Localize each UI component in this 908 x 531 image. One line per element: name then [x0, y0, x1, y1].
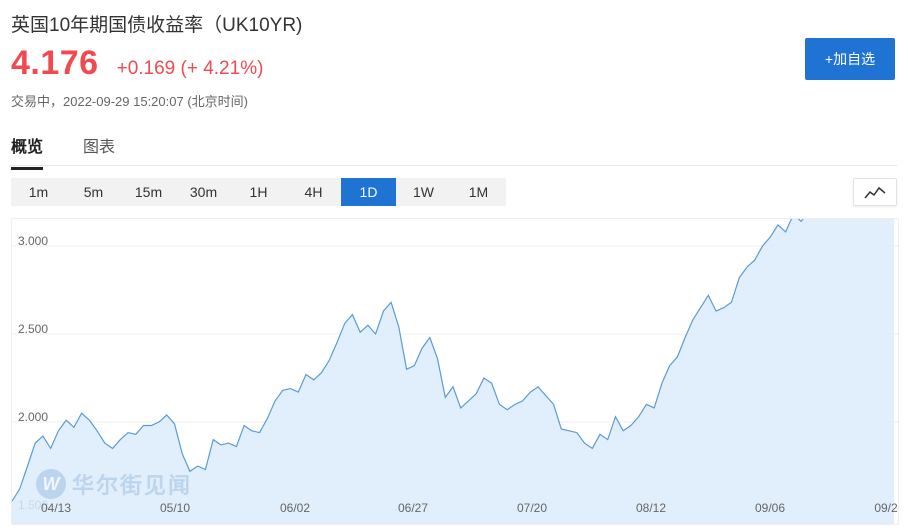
add-to-watchlist-button[interactable]: +加自选 — [805, 38, 895, 80]
x-tick-label: 05/10 — [160, 501, 190, 515]
line-chart-icon — [864, 186, 886, 199]
interval-30m[interactable]: 30m — [176, 178, 231, 206]
x-tick-label: 09/2 — [874, 501, 898, 515]
x-tick-label: 06/02 — [280, 501, 310, 515]
interval-1h[interactable]: 1H — [231, 178, 286, 206]
watermark-logo-icon: W — [36, 469, 66, 499]
watermark-text: 华尔街见闻 — [72, 473, 193, 499]
x-tick-label: 06/27 — [398, 501, 428, 515]
chart-type-button[interactable] — [853, 178, 897, 206]
interval-1d[interactable]: 1D — [341, 178, 396, 206]
interval-selector: 1m 5m 15m 30m 1H 4H 1D 1W 1M — [11, 178, 506, 206]
y-tick-label: 2.500 — [18, 322, 48, 336]
instrument-title: 英国10年期国债收益率（UK10YR) — [11, 15, 303, 36]
interval-5m[interactable]: 5m — [66, 178, 121, 206]
x-tick-label: 08/12 — [636, 501, 666, 515]
price-change: +0.169 (+ 4.21%) — [116, 58, 264, 79]
y-tick-label: 3.000 — [18, 234, 48, 248]
interval-1w[interactable]: 1W — [396, 178, 451, 206]
y-tick-label: 2.000 — [18, 410, 48, 424]
trading-status: 交易中，2022-09-29 15:20:07 (北京时间) — [11, 94, 248, 109]
tab-chart[interactable]: 图表 — [83, 133, 115, 167]
interval-15m[interactable]: 15m — [121, 178, 176, 206]
interval-4h[interactable]: 4H — [286, 178, 341, 206]
tab-overview[interactable]: 概览 — [11, 133, 44, 170]
x-tick-label: 07/20 — [517, 501, 547, 515]
x-tick-label: 04/13 — [41, 501, 71, 515]
view-tabs: 概览 图表 — [11, 120, 897, 170]
x-tick-label: 09/06 — [755, 501, 785, 515]
last-price: 4.176 — [11, 44, 99, 82]
watermark: W 华尔街见闻 — [36, 468, 192, 500]
quote-row: 4.176 +0.169 (+ 4.21%) — [11, 44, 263, 84]
interval-1m[interactable]: 1m — [11, 178, 66, 206]
interval-1mo[interactable]: 1M — [451, 178, 506, 206]
